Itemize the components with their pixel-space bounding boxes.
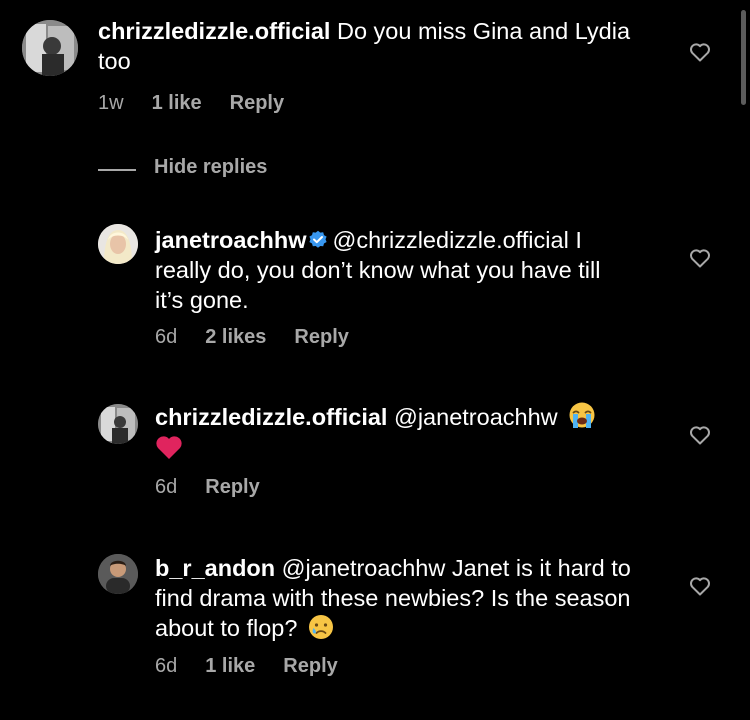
avatar[interactable] (98, 554, 138, 594)
comment-body: chrizzledizzle.official Do you miss Gina… (98, 16, 638, 76)
reply-item: b_r_andon @janetroachhw Janet is it hard… (0, 548, 750, 708)
reply-button[interactable]: Reply (230, 92, 284, 114)
reply-button[interactable]: Reply (294, 326, 348, 348)
like-heart-icon[interactable] (688, 423, 712, 447)
comment-username[interactable]: chrizzledizzle.official (98, 18, 330, 44)
like-heart-icon[interactable] (688, 574, 712, 598)
mention-link[interactable]: @janetroachhw (282, 555, 446, 581)
comment-meta: 6d 2 likes Reply (155, 326, 377, 349)
comment-meta: 6d 1 like Reply (155, 655, 366, 678)
reply-button[interactable]: Reply (283, 655, 337, 677)
loudly-crying-face-emoji (568, 401, 596, 429)
comment-age: 1w (98, 92, 124, 114)
comment-age: 6d (155, 326, 178, 348)
like-heart-icon[interactable] (688, 246, 712, 270)
comment-username[interactable]: janetroachhw (155, 227, 306, 253)
comment-meta: 6d Reply (155, 476, 288, 499)
comment-meta: 1w 1 like Reply (98, 92, 312, 115)
hide-replies-label: Hide replies (154, 156, 268, 178)
avatar[interactable] (98, 224, 138, 264)
like-heart-icon[interactable] (688, 40, 712, 64)
verified-badge-icon (308, 227, 328, 248)
likes-count[interactable]: 1 like (205, 655, 255, 677)
reply-item: janetroachhw @chrizzledizzle.official I r… (0, 215, 750, 365)
crying-face-emoji (308, 614, 334, 640)
comment-age: 6d (155, 655, 178, 677)
comment-body: chrizzledizzle.official @janetroachhw (155, 401, 655, 463)
likes-count[interactable]: 2 likes (205, 326, 266, 348)
comment-age: 6d (155, 476, 178, 498)
mention-link[interactable]: @chrizzledizzle.official (332, 227, 568, 253)
likes-count[interactable]: 1 like (152, 92, 202, 114)
comment-username[interactable]: b_r_andon (155, 555, 275, 581)
comment-username[interactable]: chrizzledizzle.official (155, 404, 387, 430)
mention-link[interactable]: @janetroachhw (394, 404, 558, 430)
avatar[interactable] (22, 20, 78, 76)
divider-line (98, 169, 136, 171)
avatar[interactable] (98, 404, 138, 444)
reply-item: chrizzledizzle.official @janetroachhw 6d… (0, 395, 750, 515)
scrollbar[interactable] (741, 10, 746, 105)
comment-body: b_r_andon @janetroachhw Janet is it hard… (155, 553, 665, 643)
comment-item: chrizzledizzle.official Do you miss Gina… (0, 0, 750, 140)
red-heart-emoji (155, 434, 183, 460)
reply-button[interactable]: Reply (205, 476, 259, 498)
comment-body: janetroachhw @chrizzledizzle.official I r… (155, 225, 635, 315)
